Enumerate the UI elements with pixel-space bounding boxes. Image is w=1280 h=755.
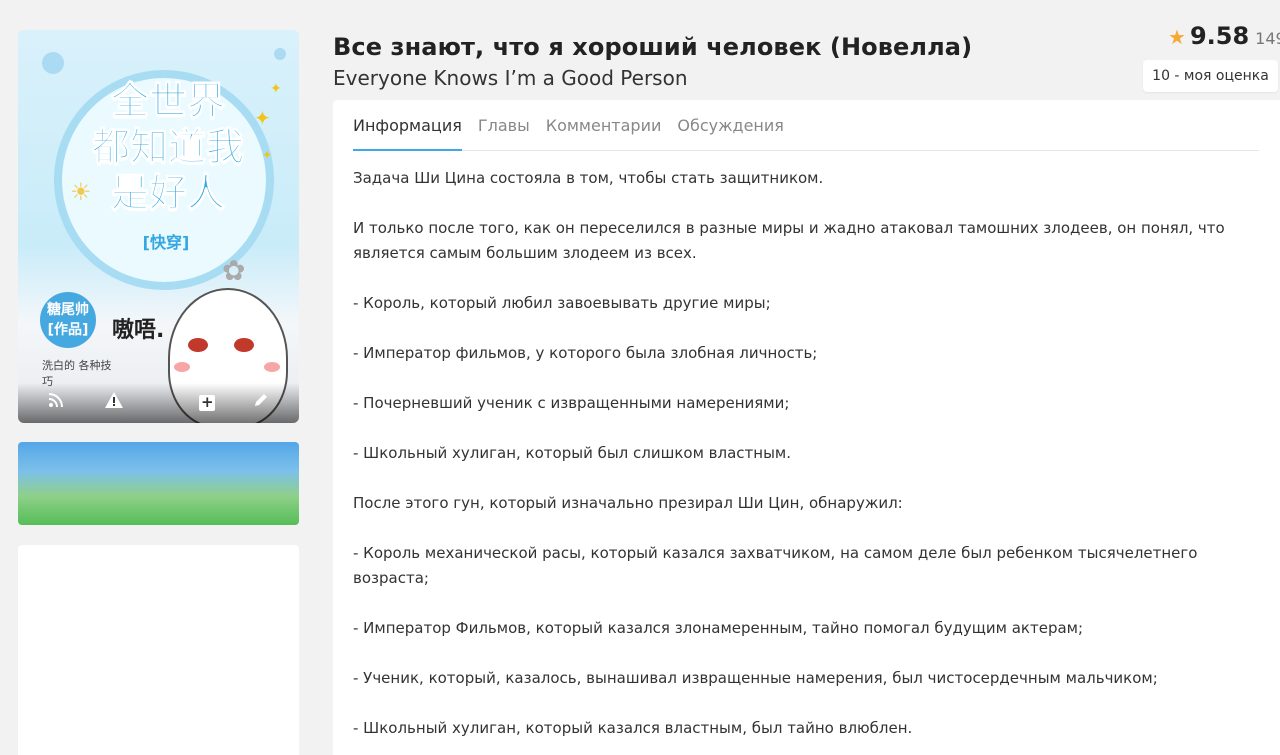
description-paragraph: И только после того, как он переселился … — [353, 219, 1225, 262]
page-title: Все знают, что я хороший человек (Новелл… — [333, 33, 973, 61]
cover-bubble — [274, 48, 286, 60]
promo-banner[interactable] — [18, 442, 299, 525]
description-paragraph: После этого гун, который изначально през… — [353, 494, 903, 512]
cover-title-line: 是好人 — [110, 171, 225, 216]
cover-exclaim-text: 嗷唔. — [112, 318, 165, 343]
description-paragraph: - Почерневший ученик с извращенными наме… — [353, 394, 790, 412]
description-text: Задача Ши Цина состояла в том, чтобы ста… — [353, 166, 1259, 755]
rating-count: 149 — [1255, 29, 1280, 48]
plus-square-icon[interactable]: + — [199, 395, 216, 411]
tab-chapters[interactable]: Главы — [478, 100, 530, 150]
alpaca-cheek — [264, 362, 280, 372]
tab-info[interactable]: Информация — [353, 100, 462, 151]
page-subtitle: Everyone Knows I’m a Good Person — [333, 66, 688, 90]
description-paragraph: Задача Ши Цина состояла в том, чтобы ста… — [353, 169, 824, 187]
tab-discussions[interactable]: Обсуждения — [677, 100, 784, 150]
tab-bar: Информация Главы Комментарии Обсуждения — [353, 100, 1259, 151]
warning-icon[interactable] — [102, 391, 126, 415]
cover-genre-tag: [快穿] — [142, 233, 190, 252]
sidebar-card — [18, 545, 299, 755]
novel-cover[interactable]: 全世界 都知道我 是好人 [快穿] ☀ ✦ ✦ ✦ 糖尾帅 [作品] 洗白的 各… — [18, 30, 299, 423]
sparkle-icon: ✦ — [262, 148, 273, 162]
my-rating-button[interactable]: 10 - моя оценка — [1143, 60, 1278, 92]
cover-author-badge: 糖尾帅 [作品] — [40, 292, 96, 348]
sparkle-icon: ✦ — [270, 80, 282, 96]
cover-bubble — [42, 52, 64, 74]
sparkle-icon: ✦ — [254, 108, 271, 130]
alpaca-eye — [188, 338, 208, 352]
flower-icon: ✿ — [222, 255, 246, 286]
cover-title-cn: 全世界 都知道我 是好人 — [68, 78, 268, 216]
alpaca-cheek — [174, 362, 190, 372]
rating-score: 9.58 — [1189, 22, 1250, 50]
description-paragraph: - Школьный хулиган, который был слишком … — [353, 444, 792, 462]
sun-icon: ☀ — [70, 179, 92, 206]
cover-title-line: 全世界 — [110, 79, 225, 124]
rss-icon[interactable] — [44, 391, 68, 415]
pencil-icon[interactable] — [249, 391, 273, 415]
description-paragraph: - Ученик, который, казалось, вынашивал и… — [353, 669, 1158, 687]
rating-summary: ★ 9.58 149 — [1168, 22, 1280, 50]
cover-actions: + — [18, 391, 299, 415]
description-paragraph: - Король, который любил завоевывать друг… — [353, 294, 771, 312]
description-paragraph: - Школьный хулиган, который казался влас… — [353, 719, 913, 737]
description-paragraph: - Император фильмов, у которого была зло… — [353, 344, 818, 362]
description-paragraph: - Король механической расы, который каза… — [353, 544, 1198, 587]
cover-title-line: 都知道我 — [91, 125, 244, 170]
tab-comments[interactable]: Комментарии — [546, 100, 662, 150]
description-paragraph: - Император Фильмов, который казался зло… — [353, 619, 1084, 637]
info-card: Информация Главы Комментарии Обсуждения … — [333, 100, 1280, 755]
star-icon: ★ — [1168, 27, 1186, 49]
alpaca-eye — [234, 338, 254, 352]
